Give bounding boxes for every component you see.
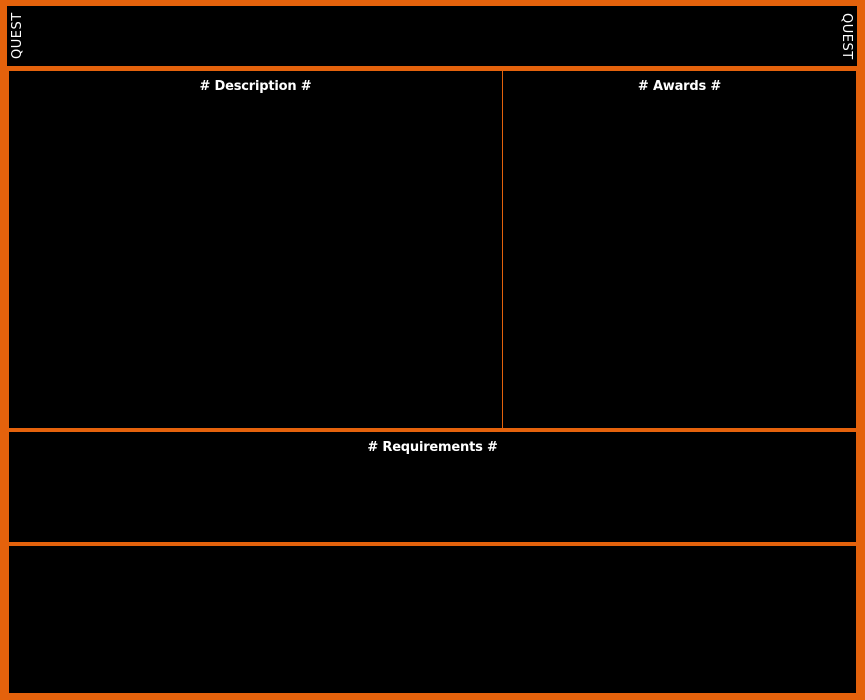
quest-label-right: QUEST — [839, 12, 854, 60]
quest-window: QUEST QUEST # Description # # Awards # #… — [0, 0, 865, 700]
requirements-title: # Requirements # — [367, 440, 498, 455]
requirements-panel: # Requirements # — [9, 432, 856, 542]
awards-panel: # Awards # — [503, 71, 856, 428]
description-panel: # Description # — [9, 71, 502, 428]
footer-panel — [9, 546, 856, 693]
description-title: # Description # — [199, 79, 312, 94]
awards-title: # Awards # — [637, 79, 722, 94]
quest-label-left: QUEST — [10, 12, 25, 60]
quest-header: QUEST QUEST — [7, 6, 857, 66]
